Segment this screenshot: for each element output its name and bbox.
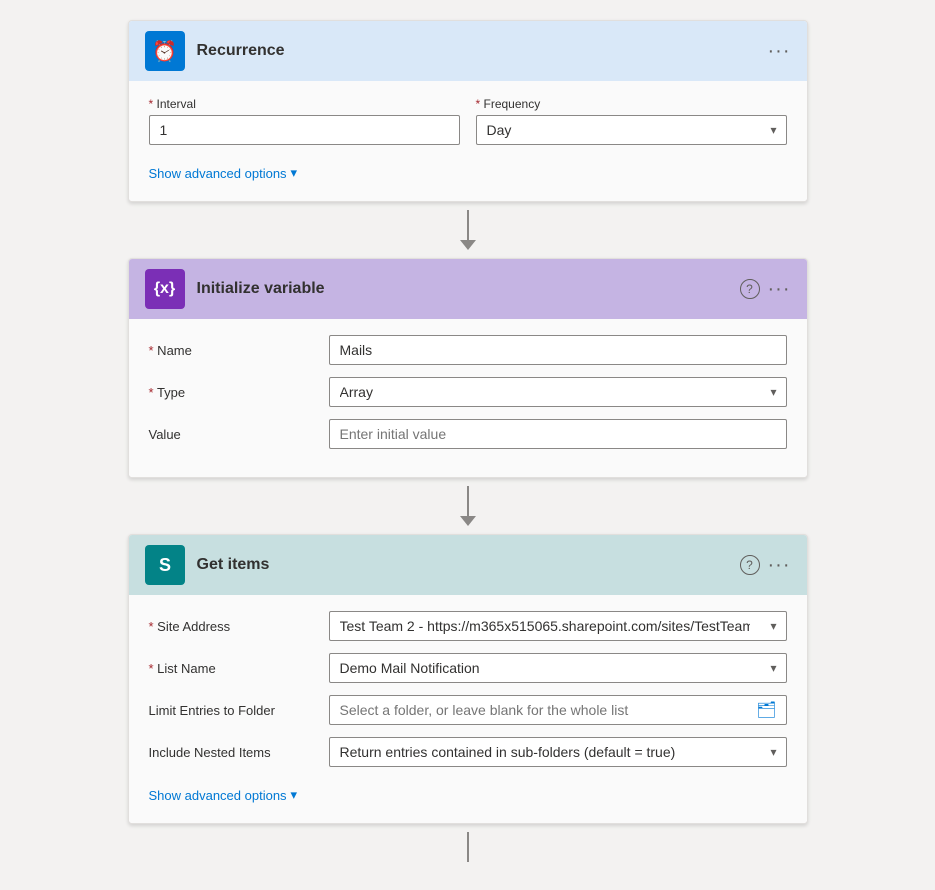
value-input[interactable] — [329, 419, 787, 449]
frequency-group: * Frequency Day Week Month ▾ — [476, 97, 787, 145]
get-items-more-button[interactable]: ··· — [768, 554, 791, 577]
flow-canvas: ⏰ Recurrence ··· * Interval * Frequency — [128, 20, 808, 870]
connector-arrow-head-2 — [460, 516, 476, 526]
get-items-title: Get items — [197, 556, 740, 574]
recurrence-body: * Interval * Frequency Day Week Month — [129, 81, 807, 201]
type-row: * Type Array String Integer Boolean Obje… — [149, 377, 787, 407]
name-label: * Name — [149, 335, 329, 358]
init-variable-header: {x} Initialize variable ? ··· — [129, 259, 807, 319]
frequency-select[interactable]: Day Week Month — [476, 115, 787, 145]
init-variable-body: * Name * Type Array String Integer Boole… — [129, 319, 807, 477]
nested-items-select[interactable]: Return entries contained in sub-folders … — [329, 737, 787, 767]
recurrence-fields-row: * Interval * Frequency Day Week Month — [149, 97, 787, 145]
connector-3 — [467, 832, 469, 862]
get-items-header: S Get items ? ··· — [129, 535, 807, 595]
type-select-wrapper: Array String Integer Boolean Object Floa… — [329, 377, 787, 407]
get-items-card: S Get items ? ··· * Site Address Test Te… — [128, 534, 808, 824]
recurrence-icon: ⏰ — [145, 31, 185, 71]
get-items-help-button[interactable]: ? — [740, 555, 760, 575]
connector-1 — [460, 210, 476, 250]
list-name-select[interactable]: Demo Mail Notification — [329, 653, 787, 683]
init-variable-card: {x} Initialize variable ? ··· * Name * T… — [128, 258, 808, 478]
interval-input[interactable] — [149, 115, 460, 145]
site-address-label: * Site Address — [149, 611, 329, 634]
recurrence-card: ⏰ Recurrence ··· * Interval * Frequency — [128, 20, 808, 202]
name-input[interactable] — [329, 335, 787, 365]
init-variable-icon-symbol: {x} — [154, 280, 175, 298]
recurrence-title: Recurrence — [197, 42, 768, 60]
limit-entries-input-wrapper: 🗂 — [329, 695, 787, 725]
value-row: Value — [149, 419, 787, 449]
init-variable-icon: {x} — [145, 269, 185, 309]
init-variable-more-button[interactable]: ··· — [768, 278, 791, 301]
init-variable-actions: ? ··· — [740, 278, 791, 301]
recurrence-advanced-chevron-icon: ▾ — [291, 165, 298, 181]
init-variable-help-button[interactable]: ? — [740, 279, 760, 299]
get-items-actions: ? ··· — [740, 554, 791, 577]
limit-entries-label: Limit Entries to Folder — [149, 695, 329, 718]
get-items-icon-symbol: S — [159, 555, 170, 576]
get-items-icon: S — [145, 545, 185, 585]
recurrence-show-advanced-button[interactable]: Show advanced options ▾ — [149, 161, 298, 185]
list-name-row: * List Name Demo Mail Notification ▾ — [149, 653, 787, 683]
nested-items-row: Include Nested Items Return entries cont… — [149, 737, 787, 767]
site-address-select-wrapper: Test Team 2 - https://m365x515065.sharep… — [329, 611, 787, 641]
connector-arrow-head-1 — [460, 240, 476, 250]
limit-entries-input[interactable] — [329, 695, 787, 725]
nested-items-label: Include Nested Items — [149, 737, 329, 760]
connector-line-1 — [467, 210, 469, 240]
connector-line-3 — [467, 832, 469, 862]
get-items-advanced-chevron-icon: ▾ — [291, 787, 298, 803]
name-row: * Name — [149, 335, 787, 365]
frequency-select-wrapper: Day Week Month ▾ — [476, 115, 787, 145]
value-label: Value — [149, 419, 329, 442]
type-label: * Type — [149, 377, 329, 400]
limit-entries-row: Limit Entries to Folder 🗂 — [149, 695, 787, 725]
site-address-row: * Site Address Test Team 2 - https://m36… — [149, 611, 787, 641]
recurrence-header: ⏰ Recurrence ··· — [129, 21, 807, 81]
get-items-show-advanced-button[interactable]: Show advanced options ▾ — [149, 783, 298, 807]
recurrence-actions: ··· — [768, 40, 791, 63]
get-items-show-advanced-label: Show advanced options — [149, 788, 287, 803]
connector-line-2 — [467, 486, 469, 516]
folder-icon: 🗂 — [756, 700, 776, 720]
get-items-body: * Site Address Test Team 2 - https://m36… — [129, 595, 807, 823]
connector-2 — [460, 486, 476, 526]
site-address-select[interactable]: Test Team 2 - https://m365x515065.sharep… — [329, 611, 787, 641]
list-name-select-wrapper: Demo Mail Notification ▾ — [329, 653, 787, 683]
interval-group: * Interval — [149, 97, 460, 145]
nested-items-select-wrapper: Return entries contained in sub-folders … — [329, 737, 787, 767]
interval-label: * Interval — [149, 97, 460, 111]
recurrence-more-button[interactable]: ··· — [768, 40, 791, 63]
recurrence-show-advanced-label: Show advanced options — [149, 166, 287, 181]
frequency-label: * Frequency — [476, 97, 787, 111]
type-select[interactable]: Array String Integer Boolean Object Floa… — [329, 377, 787, 407]
recurrence-icon-symbol: ⏰ — [152, 39, 177, 64]
init-variable-title: Initialize variable — [197, 280, 740, 298]
list-name-label: * List Name — [149, 653, 329, 676]
